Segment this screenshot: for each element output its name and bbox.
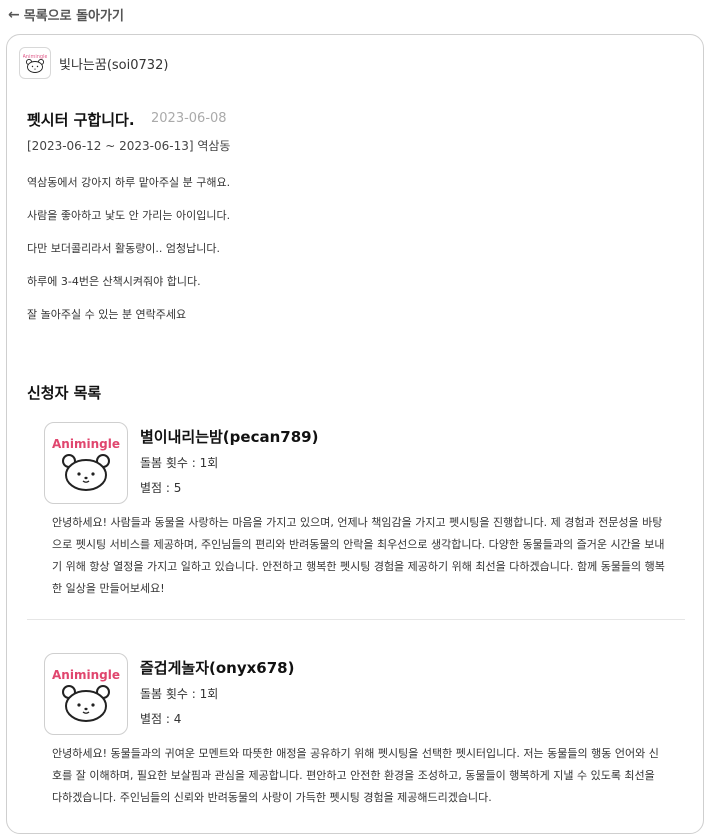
post-paragraph: 다만 보더콜리라서 활동량이.. 엄청납니다. bbox=[27, 242, 221, 255]
applicant-name: 즐겁게놀자(onyx678) bbox=[140, 659, 295, 677]
arrow-left-icon: ← bbox=[8, 6, 20, 23]
avatar: Animingle bbox=[19, 47, 51, 79]
post-date: 2023-06-08 bbox=[151, 111, 227, 126]
applicants-section-title: 신청자 목록 bbox=[27, 384, 102, 402]
applicant-intro: 안녕하세요! 사람들과 동물을 사랑하는 마음을 가지고 있으며, 언제나 책임… bbox=[52, 516, 665, 595]
applicant-name: 별이내리는밤(pecan789) bbox=[140, 428, 319, 446]
applicant-avatar: Animingle bbox=[44, 422, 128, 504]
back-link-label: 목록으로 돌아가기 bbox=[23, 9, 124, 24]
post-paragraph: 사람을 좋아하고 낯도 안 가리는 아이입니다. bbox=[27, 209, 231, 222]
applicant-rating: 별점 : 5 bbox=[140, 481, 182, 495]
author-name: 빛나는꿈(soi0732) bbox=[59, 57, 169, 73]
post-paragraph: 잘 놀아주실 수 있는 분 연락주세요 bbox=[27, 308, 187, 321]
applicant-care-count: 돌봄 횟수 : 1회 bbox=[140, 687, 219, 701]
post-card: Animingle 빛나는꿈(soi0732) 펫시터 구합니다. 2023-0… bbox=[6, 34, 704, 834]
applicant-care-count: 돌봄 횟수 : 1회 bbox=[140, 456, 219, 470]
author-info[interactable]: Animingle 빛나는꿈(soi0732) bbox=[19, 47, 168, 79]
logo-wordmark: Animingle bbox=[52, 437, 120, 451]
post-title: 펫시터 구합니다. bbox=[27, 111, 135, 129]
post-paragraph: 하루에 3-4번은 산책시켜줘야 합니다. bbox=[27, 275, 201, 288]
post-period: [2023-06-12 ~ 2023-06-13] 역삼동 bbox=[27, 139, 231, 153]
applicant-intro: 안녕하세요! 동물들과의 귀여운 모멘트와 따뜻한 애정을 공유하기 위해 펫시… bbox=[52, 747, 659, 804]
animingle-bear-logo-icon: Animingle bbox=[52, 437, 120, 491]
bear-logo-icon: Animingle bbox=[23, 54, 47, 73]
post-body: 역삼동에서 강아지 하루 맡아주실 분 구해요. 사람을 좋아하고 낯도 안 가… bbox=[27, 175, 687, 340]
divider bbox=[27, 619, 685, 620]
logo-wordmark-icon: Animingle bbox=[23, 54, 47, 60]
applicant-rating: 별점 : 4 bbox=[140, 712, 182, 726]
post-paragraph: 역삼동에서 강아지 하루 맡아주실 분 구해요. bbox=[27, 176, 231, 189]
back-to-list-link[interactable]: ← 목록으로 돌아가기 bbox=[8, 5, 124, 25]
animingle-bear-logo-icon: Animingle bbox=[52, 668, 120, 722]
logo-wordmark: Animingle bbox=[52, 668, 120, 682]
applicant-avatar: Animingle bbox=[44, 653, 128, 735]
